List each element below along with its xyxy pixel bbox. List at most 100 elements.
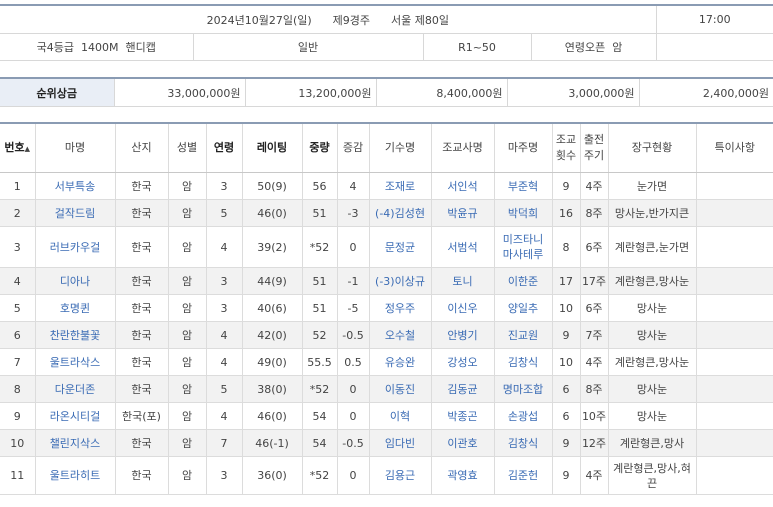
training-count: 6 bbox=[552, 375, 581, 403]
trainer-link[interactable]: 안병기 bbox=[431, 321, 495, 349]
col-header-training-count: 조교 횟수 bbox=[552, 122, 581, 173]
entry-number: 7 bbox=[0, 348, 36, 376]
col-header-number[interactable]: 번호▲ bbox=[0, 122, 36, 173]
training-count: 6 bbox=[552, 402, 581, 430]
origin: 한국 bbox=[115, 294, 169, 322]
race-info-table: 2024년10월27일(일) 제9경주 서울 제80일 17:00 국4등급 1… bbox=[0, 4, 773, 61]
race-date-round: 2024년10월27일(일) 제9경주 서울 제80일 bbox=[0, 4, 657, 34]
horse-name-link[interactable]: 챌린지삭스 bbox=[35, 429, 116, 457]
owner-link[interactable]: 부준혁 bbox=[494, 172, 553, 200]
col-header-weight-change: 증감 bbox=[337, 122, 370, 173]
trainer-link[interactable]: 강성오 bbox=[431, 348, 495, 376]
race-cycle: 4주 bbox=[580, 172, 609, 200]
trainer-link[interactable]: 이신우 bbox=[431, 294, 495, 322]
jockey-link[interactable]: 정우주 bbox=[369, 294, 432, 322]
gear: 망사눈 bbox=[608, 294, 697, 322]
age: 4 bbox=[206, 226, 243, 268]
age: 5 bbox=[206, 375, 243, 403]
trainer-link[interactable]: 김동균 bbox=[431, 375, 495, 403]
race-cycle: 7주 bbox=[580, 321, 609, 349]
entry-number: 8 bbox=[0, 375, 36, 403]
owner-link[interactable]: 명마조합 bbox=[494, 375, 553, 403]
training-count: 9 bbox=[552, 321, 581, 349]
rating: 42(0) bbox=[242, 321, 303, 349]
jockey-link[interactable]: 이혁 bbox=[369, 402, 432, 430]
origin: 한국 bbox=[115, 199, 169, 227]
horse-name-link[interactable]: 호명퀸 bbox=[35, 294, 116, 322]
origin: 한국 bbox=[115, 172, 169, 200]
race-info-empty bbox=[656, 33, 773, 61]
entry-number: 9 bbox=[0, 402, 36, 430]
jockey-link[interactable]: 문정균 bbox=[369, 226, 432, 268]
table-row: 1 서부특송 한국 암 3 50(9) 56 4 조재로 서인석 부준혁 9 4주 눈가면 bbox=[0, 172, 773, 200]
horse-name-link[interactable]: 러브카우걸 bbox=[35, 226, 116, 268]
horse-name-link[interactable]: 걸작드림 bbox=[35, 199, 116, 227]
horse-name-link[interactable]: 다운더존 bbox=[35, 375, 116, 403]
trainer-link[interactable]: 서인석 bbox=[431, 172, 495, 200]
horse-name-link[interactable]: 찬란한불꽃 bbox=[35, 321, 116, 349]
trainer-link[interactable]: 서범석 bbox=[431, 226, 495, 268]
jockey-link[interactable]: 조재로 bbox=[369, 172, 432, 200]
trainer-link[interactable]: 토니 bbox=[431, 267, 495, 295]
horse-name-link[interactable]: 디아나 bbox=[35, 267, 116, 295]
origin: 한국 bbox=[115, 348, 169, 376]
origin: 한국 bbox=[115, 456, 169, 495]
training-count: 9 bbox=[552, 172, 581, 200]
prize-table: 순위상금 33,000,000원 13,200,000원 8,400,000원 … bbox=[0, 77, 773, 107]
race-cycle: 12주 bbox=[580, 429, 609, 457]
entry-number: 2 bbox=[0, 199, 36, 227]
weight: *52 bbox=[302, 375, 338, 403]
owner-link[interactable]: 김창식 bbox=[494, 348, 553, 376]
training-count: 9 bbox=[552, 456, 581, 495]
owner-link[interactable]: 양일추 bbox=[494, 294, 553, 322]
horse-name-link[interactable]: 울트라삭스 bbox=[35, 348, 116, 376]
weight: 56 bbox=[302, 172, 338, 200]
weight-change: 0 bbox=[337, 226, 370, 268]
trainer-link[interactable]: 곽영효 bbox=[431, 456, 495, 495]
owner-link[interactable]: 이한준 bbox=[494, 267, 553, 295]
trainer-link[interactable]: 박윤규 bbox=[431, 199, 495, 227]
table-row: 5 호명퀸 한국 암 3 40(6) 51 -5 정우주 이신우 양일추 10 6주 망사눈 bbox=[0, 294, 773, 322]
trainer-link[interactable]: 박종곤 bbox=[431, 402, 495, 430]
weight-change: 0 bbox=[337, 375, 370, 403]
sex: 암 bbox=[168, 375, 207, 403]
race-grade-distance: 국4등급 1400M 핸디캡 bbox=[0, 33, 194, 61]
jockey-link[interactable]: (-4)김성현 bbox=[369, 199, 432, 227]
race-type: 일반 bbox=[193, 33, 424, 61]
col-header-race-cycle: 출전 주기 bbox=[580, 122, 609, 173]
trainer-link[interactable]: 이관호 bbox=[431, 429, 495, 457]
weight: *52 bbox=[302, 226, 338, 268]
prize-3rd: 8,400,000원 bbox=[376, 77, 508, 107]
jockey-link[interactable]: (-3)이상규 bbox=[369, 267, 432, 295]
jockey-link[interactable]: 김용근 bbox=[369, 456, 432, 495]
weight: 54 bbox=[302, 429, 338, 457]
jockey-link[interactable]: 유승완 bbox=[369, 348, 432, 376]
owner-link[interactable]: 김창식 bbox=[494, 429, 553, 457]
age: 4 bbox=[206, 321, 243, 349]
training-count: 9 bbox=[552, 429, 581, 457]
note bbox=[696, 429, 773, 457]
owner-link[interactable]: 손광섭 bbox=[494, 402, 553, 430]
horse-name-link[interactable]: 서부특송 bbox=[35, 172, 116, 200]
owner-link[interactable]: 김준헌 bbox=[494, 456, 553, 495]
jockey-link[interactable]: 이동진 bbox=[369, 375, 432, 403]
owner-link[interactable]: 진교원 bbox=[494, 321, 553, 349]
rating: 49(0) bbox=[242, 348, 303, 376]
horse-name-link[interactable]: 울트라히트 bbox=[35, 456, 116, 495]
col-header-notes: 특이사항 bbox=[696, 122, 773, 173]
owner-link[interactable]: 미즈타니 마사테루 bbox=[494, 226, 553, 268]
entry-number: 4 bbox=[0, 267, 36, 295]
race-cycle: 6주 bbox=[580, 226, 609, 268]
sort-asc-icon[interactable]: ▲ bbox=[25, 145, 30, 153]
prize-1st: 33,000,000원 bbox=[114, 77, 246, 107]
sex: 암 bbox=[168, 199, 207, 227]
training-count: 10 bbox=[552, 294, 581, 322]
horse-name-link[interactable]: 라온시티걸 bbox=[35, 402, 116, 430]
weight-change: -5 bbox=[337, 294, 370, 322]
gear: 계란형큰,망사눈 bbox=[608, 267, 697, 295]
note bbox=[696, 199, 773, 227]
jockey-link[interactable]: 임다빈 bbox=[369, 429, 432, 457]
race-rating-range: R1~50 bbox=[423, 33, 532, 61]
jockey-link[interactable]: 오수철 bbox=[369, 321, 432, 349]
owner-link[interactable]: 박덕희 bbox=[494, 199, 553, 227]
